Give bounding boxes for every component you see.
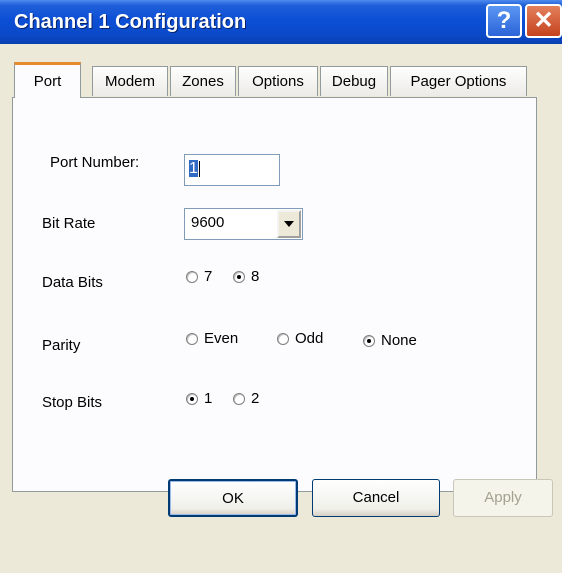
stop-bits-label: Stop Bits <box>42 394 103 411</box>
stop-bits-1-radio[interactable]: 1 <box>186 390 212 407</box>
data-bits-8-radio[interactable]: 8 <box>233 268 259 285</box>
tab-pager-options[interactable]: Pager Options <box>390 66 527 96</box>
port-number-value: 1 <box>189 160 198 177</box>
port-number-label: Port Number: <box>50 154 140 171</box>
window-title: Channel 1 Configuration <box>14 11 247 33</box>
bit-rate-select[interactable]: 9600 <box>184 208 303 240</box>
radio-icon <box>277 332 289 345</box>
radio-icon <box>186 332 198 345</box>
radio-label: 1 <box>204 390 213 407</box>
cancel-button[interactable]: Cancel <box>312 479 440 517</box>
parity-even-radio[interactable]: Even <box>186 330 238 347</box>
tab-zones[interactable]: Zones <box>170 66 236 96</box>
parity-none-radio[interactable]: None <box>363 332 417 349</box>
radio-label: 7 <box>204 268 213 285</box>
title-bar[interactable]: Channel 1 Configuration ? ✕ <box>0 0 562 44</box>
stop-bits-2-radio[interactable]: 2 <box>233 390 259 407</box>
tab-options[interactable]: Options <box>238 66 318 96</box>
radio-icon <box>233 392 245 405</box>
data-bits-7-radio[interactable]: 7 <box>186 268 212 285</box>
radio-label: 8 <box>251 268 260 285</box>
radio-label: 2 <box>251 390 260 407</box>
radio-label: Even <box>204 330 239 347</box>
radio-label: None <box>381 332 417 349</box>
parity-label: Parity <box>42 337 81 354</box>
ok-button[interactable]: OK <box>168 479 298 517</box>
radio-selected-icon <box>363 334 375 347</box>
text-caret <box>198 160 200 177</box>
help-button[interactable]: ? <box>486 4 522 38</box>
tab-debug[interactable]: Debug <box>320 66 388 96</box>
port-number-input[interactable]: 1 <box>184 154 280 186</box>
data-bits-label: Data Bits <box>42 274 103 291</box>
radio-selected-icon <box>233 270 245 283</box>
chevron-down-icon[interactable] <box>277 210 301 238</box>
apply-button[interactable]: Apply <box>453 479 553 517</box>
tab-modem[interactable]: Modem <box>92 66 168 96</box>
bit-rate-label: Bit Rate <box>42 215 96 232</box>
bit-rate-value: 9600 <box>191 214 225 231</box>
radio-label: Odd <box>295 330 324 347</box>
parity-odd-radio[interactable]: Odd <box>277 330 323 347</box>
tab-port[interactable]: Port <box>14 62 81 98</box>
radio-icon <box>186 270 198 283</box>
close-button[interactable]: ✕ <box>525 4 562 38</box>
port-tab-panel: Port Number: 1 Bit Rate 9600 Data Bits 7… <box>12 97 537 492</box>
radio-selected-icon <box>186 392 198 405</box>
